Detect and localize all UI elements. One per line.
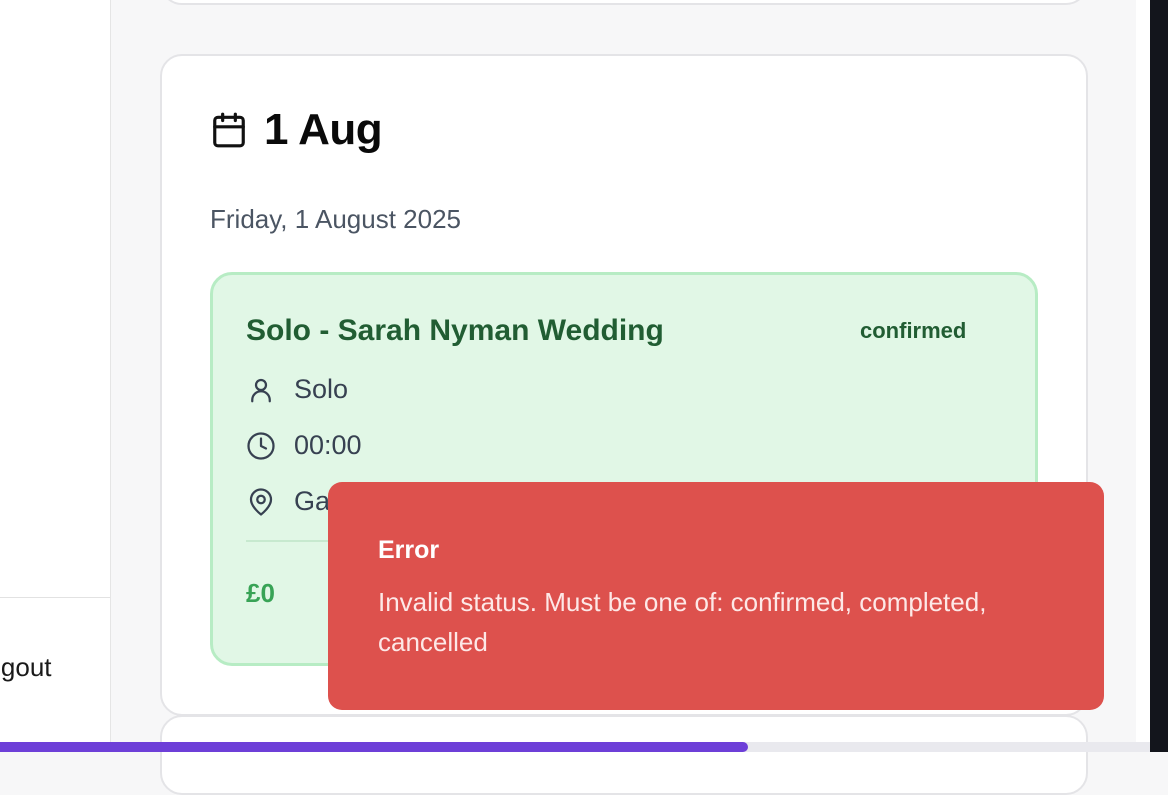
status-badge[interactable]: confirmed [860, 318, 966, 344]
previous-day-card [160, 0, 1088, 5]
map-pin-icon [246, 487, 276, 517]
next-day-card [160, 715, 1088, 795]
logout-link[interactable]: Logout [0, 652, 52, 683]
event-fee: £0 [246, 578, 275, 608]
loading-progress-fill [0, 742, 748, 752]
event-venue-row: Ga [246, 486, 330, 517]
event-time: 00:00 [294, 430, 362, 460]
event-time-row: 00:00 [246, 430, 362, 461]
day-title: 1 Aug [264, 105, 383, 154]
clock-icon [246, 431, 276, 461]
event-title: Solo - Sarah Nyman Wedding [246, 314, 664, 347]
user-icon [246, 375, 276, 405]
sidebar-divider [0, 597, 110, 598]
window-edge [1150, 0, 1168, 752]
loading-progress-bar [0, 742, 1150, 752]
day-header: 1 Aug [210, 104, 383, 156]
event-act-row: Solo [246, 374, 348, 405]
sidebar: Logout [0, 0, 111, 752]
scrollbar-track[interactable] [1136, 0, 1150, 752]
calendar-icon [210, 111, 248, 149]
toast-message: Invalid status. Must be one of: confirme… [378, 587, 987, 657]
day-date: Friday, 1 August 2025 [210, 204, 462, 234]
toast-title: Error [378, 536, 440, 564]
error-toast[interactable]: Error Invalid status. Must be one of: co… [328, 482, 1104, 710]
event-act: Solo [294, 374, 349, 404]
event-venue: Ga [294, 486, 331, 516]
